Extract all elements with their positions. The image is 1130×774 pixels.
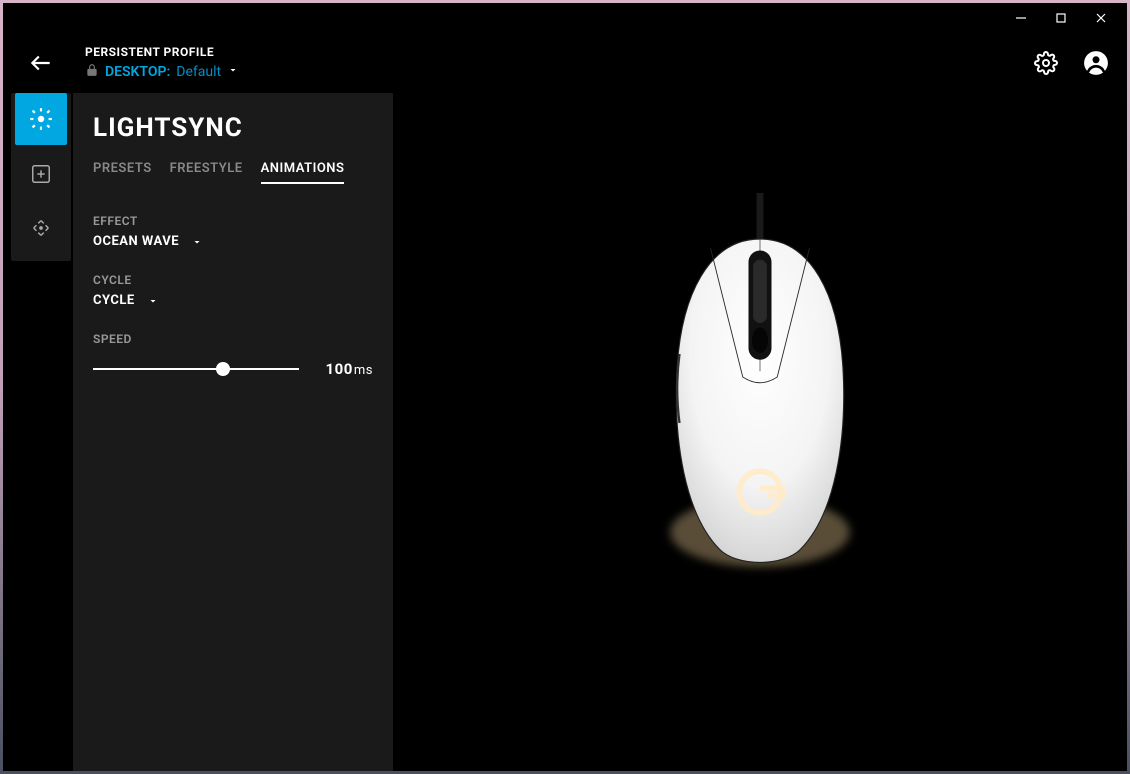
speed-field: SPEED 100ms <box>93 332 373 378</box>
account-button[interactable] <box>1083 50 1109 76</box>
cycle-field: CYCLE CYCLE <box>93 273 373 308</box>
profile-label: PERSISTENT PROFILE <box>85 45 1033 59</box>
lightsync-mode-button[interactable] <box>15 93 67 145</box>
settings-button[interactable] <box>1033 50 1059 76</box>
profile-selector[interactable]: DESKTOP: Default <box>85 63 1033 81</box>
move-mode-button[interactable] <box>16 203 66 253</box>
panel-title: LIGHTSYNC <box>93 113 373 143</box>
back-button[interactable] <box>27 49 55 77</box>
speed-slider[interactable] <box>93 368 299 370</box>
profile-name: Default <box>176 64 221 80</box>
effect-label: EFFECT <box>93 214 373 228</box>
chevron-down-icon <box>147 295 159 307</box>
titlebar <box>3 3 1127 33</box>
chevron-down-icon <box>227 64 239 80</box>
panel-tabs: PRESETS FREESTYLE ANIMATIONS <box>93 161 373 184</box>
settings-panel: LIGHTSYNC PRESETS FREESTYLE ANIMATIONS E… <box>73 93 393 771</box>
speed-unit: ms <box>354 363 373 378</box>
tab-freestyle[interactable]: FREESTYLE <box>170 161 243 184</box>
device-viewer <box>393 93 1127 771</box>
chevron-down-icon <box>191 236 203 248</box>
effect-dropdown[interactable]: OCEAN WAVE <box>93 234 373 249</box>
effect-field: EFFECT OCEAN WAVE <box>93 214 373 249</box>
header: PERSISTENT PROFILE DESKTOP: Default <box>3 33 1127 93</box>
cycle-label: CYCLE <box>93 273 373 287</box>
effect-value: OCEAN WAVE <box>93 234 179 249</box>
mode-sidebar <box>11 93 71 261</box>
maximize-button[interactable] <box>1041 5 1081 31</box>
add-mode-button[interactable] <box>16 149 66 199</box>
header-actions <box>1033 50 1109 76</box>
lock-icon <box>85 63 99 81</box>
tab-presets[interactable]: PRESETS <box>93 161 152 184</box>
speed-value: 100 <box>326 360 353 378</box>
app-window: PERSISTENT PROFILE DESKTOP: Default <box>3 3 1127 771</box>
speed-readout: 100ms <box>313 360 373 378</box>
close-button[interactable] <box>1081 5 1121 31</box>
minimize-button[interactable] <box>1001 5 1041 31</box>
tab-animations[interactable]: ANIMATIONS <box>261 161 345 184</box>
mouse-illustration <box>645 193 875 584</box>
speed-label: SPEED <box>93 332 373 346</box>
profile-prefix: DESKTOP: <box>105 64 170 80</box>
content: LIGHTSYNC PRESETS FREESTYLE ANIMATIONS E… <box>3 93 1127 771</box>
speed-slider-thumb[interactable] <box>216 362 230 376</box>
profile-block: PERSISTENT PROFILE DESKTOP: Default <box>85 45 1033 81</box>
cycle-value: CYCLE <box>93 293 135 308</box>
cycle-dropdown[interactable]: CYCLE <box>93 293 373 308</box>
